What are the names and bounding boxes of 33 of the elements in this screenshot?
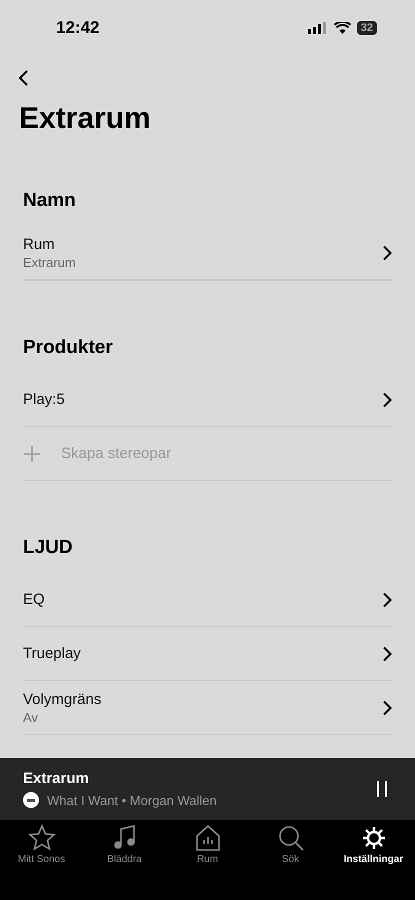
page-title: Extrarum xyxy=(18,101,152,137)
settings-row[interactable]: Volymgräns Av xyxy=(23,681,392,735)
now-playing-bar[interactable]: Extrarum What I Want • Morgan Wallen xyxy=(0,758,415,820)
tab[interactable]: Mitt Sonos xyxy=(0,820,83,900)
section-heading: LJUD xyxy=(23,536,74,560)
tab[interactable]: Inställningar xyxy=(332,820,415,900)
chevron-icon xyxy=(382,392,392,408)
tab[interactable]: Bläddra xyxy=(83,820,166,900)
tab[interactable]: Sök xyxy=(249,820,332,900)
house-icon xyxy=(194,824,222,852)
battery-level: 32 xyxy=(356,21,377,35)
chevron-icon xyxy=(382,700,392,716)
chevron-icon xyxy=(382,592,392,608)
radio-logo-icon xyxy=(23,792,39,808)
settings-row[interactable]: Play:5 xyxy=(23,373,392,427)
plus-icon xyxy=(23,444,41,462)
star-icon xyxy=(28,824,56,852)
tab[interactable]: Rum xyxy=(166,820,249,900)
section-heading: Produkter xyxy=(23,336,114,360)
chevron-icon xyxy=(382,646,392,662)
signal-icon xyxy=(308,22,328,34)
status-time: 12:42 xyxy=(56,18,100,38)
wifi-icon xyxy=(334,22,351,34)
section-heading: Namn xyxy=(23,189,77,213)
track-info: What I Want • Morgan Wallen xyxy=(47,792,217,808)
settings-row[interactable]: EQ xyxy=(23,573,392,627)
chevron-icon xyxy=(382,244,392,260)
settings-row[interactable]: Rum Extrarum xyxy=(23,226,392,281)
settings-row[interactable]: Trueplay xyxy=(23,627,392,681)
back-icon xyxy=(18,69,30,87)
pause-icon xyxy=(375,780,389,798)
search-icon xyxy=(276,824,304,852)
room-name: Extrarum xyxy=(23,770,90,787)
